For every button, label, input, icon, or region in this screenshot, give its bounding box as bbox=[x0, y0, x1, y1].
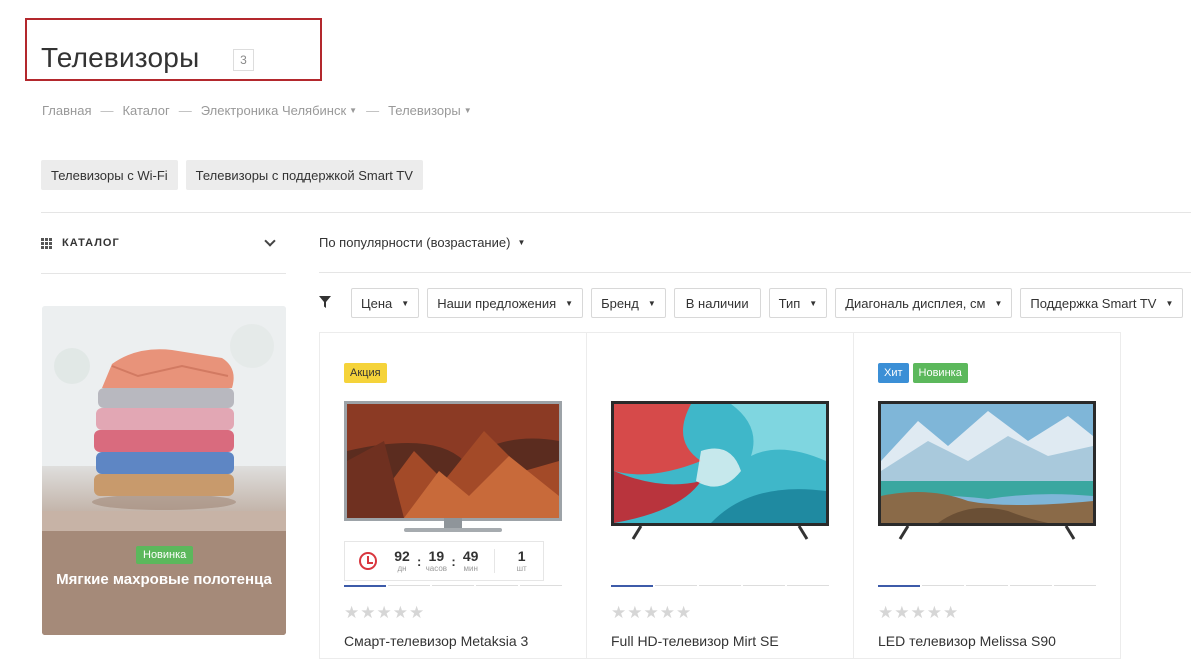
product-count-badge: 3 bbox=[233, 49, 254, 71]
filter-label: Цена bbox=[361, 295, 393, 311]
filter-label: Тип bbox=[778, 295, 801, 311]
product-card[interactable]: Акция 92 дн : 19 часов : 49 мин 1 шт ★ ★ ★ ★ ★ С… bbox=[319, 332, 587, 659]
image-slider-indicator[interactable] bbox=[344, 585, 562, 587]
product-name[interactable]: LED телевизор Melissa S90 bbox=[878, 633, 1056, 649]
caret-down-icon: ▼ bbox=[517, 238, 526, 247]
star-icon: ★ bbox=[344, 603, 360, 622]
sort-dropdown[interactable]: По популярности (возрастание) ▼ bbox=[319, 235, 525, 250]
promo-badge: Новинка bbox=[136, 546, 194, 564]
star-icon: ★ bbox=[894, 603, 910, 622]
product-image[interactable] bbox=[344, 401, 562, 541]
filter-in-stock[interactable]: В наличии bbox=[673, 288, 761, 318]
breadcrumb-item-tv[interactable]: Телевизоры bbox=[388, 103, 461, 118]
breadcrumb-separator: — bbox=[178, 103, 192, 118]
caret-down-icon[interactable]: ▼ bbox=[349, 106, 357, 115]
caret-down-icon: ▼ bbox=[647, 298, 656, 308]
filter-offers[interactable]: Наши предложения ▼ bbox=[427, 288, 584, 318]
star-icon: ★ bbox=[409, 603, 425, 622]
product-badges: Хит Новинка bbox=[878, 363, 968, 383]
caret-down-icon: ▼ bbox=[994, 298, 1003, 308]
breadcrumb-item-catalog[interactable]: Каталог bbox=[122, 103, 169, 118]
divider bbox=[41, 273, 286, 274]
breadcrumb-separator: — bbox=[366, 103, 380, 118]
breadcrumb-item-electronics[interactable]: Электроника Челябинск bbox=[201, 103, 346, 118]
filter-label: Наши предложения bbox=[437, 295, 557, 311]
star-icon: ★ bbox=[392, 603, 408, 622]
filter-label: Поддержка Smart TV bbox=[1030, 295, 1157, 311]
breadcrumb: Главная — Каталог — Электроника Челябинс… bbox=[42, 103, 472, 118]
sort-label: По популярности (возрастание) bbox=[319, 235, 511, 250]
divider bbox=[319, 272, 1191, 273]
filter-label: Бренд bbox=[601, 295, 639, 311]
rating-stars: ★ ★ ★ ★ ★ bbox=[344, 603, 424, 623]
caret-down-icon: ▼ bbox=[1165, 298, 1174, 308]
product-name[interactable]: Full HD-телевизор Mirt SE bbox=[611, 633, 779, 649]
funnel-icon[interactable] bbox=[319, 296, 331, 308]
countdown-timer: 92 дн : 19 часов : 49 мин 1 шт bbox=[344, 541, 544, 581]
product-grid: Акция 92 дн : 19 часов : 49 мин 1 шт ★ ★ ★ ★ ★ С… bbox=[319, 332, 1121, 659]
filter-bar: Цена ▼ Наши предложения ▼ Бренд ▼ В наличии… bbox=[351, 288, 1184, 318]
caret-down-icon: ▼ bbox=[565, 298, 574, 308]
filter-label: Диагональ дисплея, см bbox=[845, 295, 986, 311]
caret-down-icon: ▼ bbox=[809, 298, 818, 308]
grid-dots-icon bbox=[41, 237, 52, 249]
star-icon: ★ bbox=[627, 603, 643, 622]
chip-smart-tv[interactable]: Телевизоры с поддержкой Smart TV bbox=[185, 160, 423, 190]
rating-stars: ★ ★ ★ ★ ★ bbox=[611, 603, 691, 623]
timer-hours: 19 bbox=[428, 548, 445, 564]
timer-days: 92 bbox=[394, 548, 410, 564]
star-icon: ★ bbox=[676, 603, 692, 622]
timer-minutes-label: мин bbox=[463, 564, 478, 573]
star-icon: ★ bbox=[926, 603, 942, 622]
product-image[interactable] bbox=[878, 401, 1096, 541]
product-image[interactable] bbox=[611, 401, 829, 541]
product-card[interactable]: Хит Новинка ★ ★ ★ ★ ★ LED телевизор Melissa … bbox=[853, 332, 1121, 659]
page-title: Телевизоры bbox=[41, 42, 200, 73]
caret-down-icon[interactable]: ▼ bbox=[464, 106, 472, 115]
star-icon: ★ bbox=[878, 603, 894, 622]
clock-icon bbox=[359, 552, 377, 570]
product-name[interactable]: Смарт-телевизор Metaksia 3 bbox=[344, 633, 528, 649]
product-card[interactable]: ★ ★ ★ ★ ★ Full HD-телевизор Mirt SE bbox=[586, 332, 854, 659]
new-badge: Новинка bbox=[912, 363, 968, 383]
filter-price[interactable]: Цена ▼ bbox=[351, 288, 420, 318]
timer-qty-label: шт bbox=[516, 564, 527, 573]
promo-title: Мягкие махровые полотенца bbox=[56, 571, 272, 588]
star-icon: ★ bbox=[643, 603, 659, 622]
breadcrumb-separator: — bbox=[100, 103, 114, 118]
star-icon: ★ bbox=[360, 603, 376, 622]
breadcrumb-item-home[interactable]: Главная bbox=[42, 103, 91, 118]
filter-label: В наличии bbox=[685, 295, 749, 311]
star-icon: ★ bbox=[659, 603, 675, 622]
star-icon: ★ bbox=[611, 603, 627, 622]
divider bbox=[41, 212, 1191, 213]
filter-smart-tv[interactable]: Поддержка Smart TV ▼ bbox=[1020, 288, 1184, 318]
star-icon: ★ bbox=[910, 603, 926, 622]
filter-brand[interactable]: Бренд ▼ bbox=[591, 288, 666, 318]
chip-wifi-tv[interactable]: Телевизоры с Wi-Fi bbox=[41, 160, 178, 190]
filter-diagonal[interactable]: Диагональ дисплея, см ▼ bbox=[835, 288, 1013, 318]
star-icon: ★ bbox=[376, 603, 392, 622]
timer-minutes: 49 bbox=[462, 548, 479, 564]
filter-type[interactable]: Тип ▼ bbox=[768, 288, 828, 318]
image-slider-indicator[interactable] bbox=[611, 585, 829, 587]
promo-banner[interactable]: Новинка Мягкие махровые полотенца bbox=[42, 306, 286, 635]
tag-chips: Телевизоры с Wi-Fi Телевизоры с поддержк… bbox=[41, 160, 423, 190]
sale-badge: Акция bbox=[344, 363, 387, 383]
image-slider-indicator[interactable] bbox=[878, 585, 1096, 587]
catalog-label: КАТАЛОГ bbox=[62, 237, 120, 249]
star-icon: ★ bbox=[943, 603, 959, 622]
catalog-toggle[interactable]: КАТАЛОГ bbox=[41, 230, 286, 256]
rating-stars: ★ ★ ★ ★ ★ bbox=[878, 603, 958, 623]
timer-hours-label: часов bbox=[425, 564, 448, 573]
chevron-down-icon bbox=[264, 235, 276, 247]
hit-badge: Хит bbox=[878, 363, 909, 383]
caret-down-icon: ▼ bbox=[401, 298, 410, 308]
product-badges: Акция bbox=[344, 363, 387, 383]
timer-qty: 1 bbox=[517, 548, 526, 564]
timer-days-label: дн bbox=[397, 564, 407, 573]
